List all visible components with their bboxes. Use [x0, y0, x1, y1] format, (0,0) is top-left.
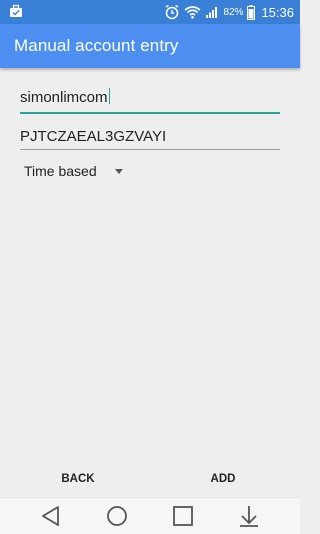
key-type-dropdown[interactable]: Time based [24, 160, 123, 182]
secret-key-input[interactable]: PJTCZAEAL3GZVAYI [20, 127, 280, 150]
status-bar: 82% 15:36 [0, 0, 300, 24]
back-button[interactable]: BACK [56, 468, 100, 490]
recent-square-icon[interactable] [170, 503, 196, 529]
battery-percent: 82% [223, 6, 244, 18]
add-button[interactable]: ADD [200, 468, 246, 490]
account-name-input[interactable]: simonlimcom [20, 88, 280, 114]
dropdown-arrow-icon [114, 168, 123, 174]
signal-icon [206, 7, 218, 18]
alarm-icon [166, 4, 179, 20]
page-title: Manual account entry [14, 36, 179, 55]
navigation-bar [0, 497, 300, 534]
text-cursor [108, 88, 110, 104]
status-time: 15:36 [261, 4, 294, 20]
account-name-value: simonlimcom [20, 89, 108, 106]
briefcase-icon [10, 4, 22, 17]
back-triangle-icon[interactable] [38, 503, 64, 529]
wifi-icon [184, 6, 201, 19]
key-type-selected: Time based [24, 163, 97, 179]
home-circle-icon[interactable] [104, 503, 130, 529]
battery-icon [247, 4, 256, 20]
notification-down-icon[interactable] [236, 503, 262, 529]
secret-key-value: PJTCZAEAL3GZVAYI [20, 128, 167, 145]
app-bar: Manual account entry [0, 24, 300, 68]
